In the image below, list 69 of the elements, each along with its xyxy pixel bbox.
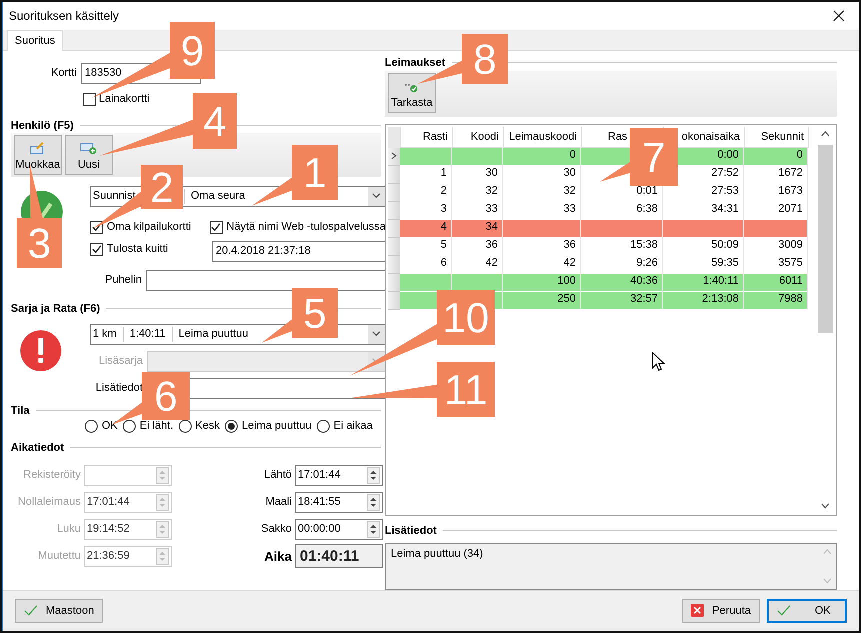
table-cell: 250 bbox=[503, 291, 581, 310]
table-cell: 6 bbox=[400, 255, 452, 274]
table-cell: 2:13:08 bbox=[663, 291, 744, 310]
table-cell: 1 bbox=[400, 165, 452, 184]
table-cell: 30 bbox=[452, 165, 503, 184]
table-cell: 1672 bbox=[744, 165, 808, 184]
checkbox-label: Oma kilpailukortti bbox=[107, 221, 192, 234]
table-cell: 4 bbox=[400, 219, 452, 238]
radio-label: Ei läht. bbox=[140, 420, 174, 432]
section-heading: Henkilö (F5) bbox=[11, 120, 74, 132]
radio-label: Ei aikaa bbox=[334, 420, 373, 432]
checkbox-label: Tulosta kuitti bbox=[107, 243, 168, 256]
table-cell: 30 bbox=[503, 165, 581, 184]
table-cell: 33 bbox=[452, 201, 503, 220]
section-heading: Tila bbox=[11, 404, 30, 417]
field-label: Sakko bbox=[260, 523, 292, 536]
table-cell: 3009 bbox=[744, 237, 808, 256]
table-cell: 33 bbox=[503, 201, 581, 220]
callout-tooltip: 5 bbox=[262, 288, 338, 343]
table-cell: 3 bbox=[400, 201, 452, 220]
table-cell: 0 bbox=[744, 147, 808, 166]
radio-label: OK bbox=[102, 420, 118, 432]
radio-label: Kesk bbox=[196, 420, 220, 432]
table-cell: 36 bbox=[503, 237, 581, 256]
table-cell: 42 bbox=[503, 255, 581, 274]
field-label: Lähtö bbox=[263, 469, 292, 482]
field-label: Lisäsarja bbox=[98, 355, 143, 368]
table-cell: 100 bbox=[503, 273, 581, 292]
field-label: Maali bbox=[264, 496, 292, 508]
table-cell: 6011 bbox=[744, 273, 808, 292]
section-heading: Lisätiedot bbox=[385, 524, 437, 537]
table-cell: 5 bbox=[400, 237, 452, 256]
checkbox-label: Näytä nimi Web -tulospalvelussa bbox=[226, 221, 386, 234]
field-label: Rekisteröity bbox=[22, 469, 81, 482]
table-cell: 32:57 bbox=[581, 291, 663, 310]
field-label: Lisätiedot bbox=[94, 382, 143, 394]
table-cell: 1:40:11 bbox=[663, 273, 744, 292]
table-cell: 34 bbox=[452, 219, 503, 238]
radio-label: Leima puuttuu bbox=[242, 420, 312, 432]
table-cell: 0 bbox=[503, 147, 581, 166]
section-heading: Leimaukset bbox=[385, 56, 446, 69]
callout-tooltip: 11 bbox=[352, 362, 495, 417]
section-heading: Sarja ja Rata (F6) bbox=[11, 302, 100, 315]
table-cell: 34:31 bbox=[663, 201, 744, 220]
field-label: Nollaleimaus bbox=[17, 496, 81, 508]
field-label: Luku bbox=[56, 523, 81, 536]
table-cell: 3575 bbox=[744, 255, 808, 274]
table-cell: 1673 bbox=[744, 183, 808, 202]
table-cell: 59:35 bbox=[663, 255, 744, 274]
checkbox-label: Lainakortti bbox=[99, 93, 150, 106]
window-title: Suorituksen käsittely bbox=[9, 8, 120, 23]
table-cell: 32 bbox=[503, 183, 581, 202]
table-cell: 42 bbox=[452, 255, 503, 274]
table-cell: 15:38 bbox=[581, 237, 663, 256]
table-cell: 7988 bbox=[744, 291, 808, 310]
table-cell: 6:38 bbox=[581, 201, 663, 220]
table-cell: 32 bbox=[452, 183, 503, 202]
table-cell: 2071 bbox=[744, 201, 808, 220]
field-label: Muutettu bbox=[37, 550, 81, 562]
field-label: Kortti bbox=[50, 67, 77, 80]
table-cell: 36 bbox=[452, 237, 503, 256]
section-heading: Aikatiedot bbox=[11, 442, 64, 454]
table-cell: 40:36 bbox=[581, 273, 663, 292]
table-cell: 50:09 bbox=[663, 237, 744, 256]
field-label: Aika bbox=[264, 548, 292, 564]
table-cell: 9:26 bbox=[581, 255, 663, 274]
callout-tooltip: 1 bbox=[252, 145, 338, 206]
table-cell: 2 bbox=[400, 183, 452, 202]
field-label: Puhelin bbox=[104, 274, 142, 286]
